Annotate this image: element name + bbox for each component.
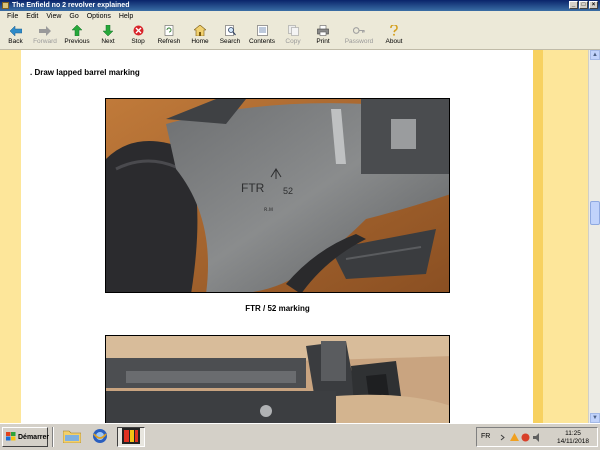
- contents-icon: [256, 25, 268, 36]
- language-indicator[interactable]: FR: [481, 433, 490, 440]
- vertical-scrollbar[interactable]: ▲ ▼: [588, 50, 600, 423]
- forward-button[interactable]: Forward: [29, 22, 61, 50]
- refresh-button[interactable]: Refresh: [153, 22, 185, 50]
- search-button[interactable]: Search: [215, 22, 245, 50]
- back-button[interactable]: Back: [2, 22, 29, 50]
- revolver-marking-photo: FTR 52 ʀ.ᴍ: [105, 98, 450, 293]
- revolver-barrel-photo: [105, 335, 450, 423]
- taskbar-window-button[interactable]: [117, 427, 145, 447]
- file-explorer-quicklaunch[interactable]: [62, 427, 82, 447]
- forward-arrow-icon: [39, 25, 51, 36]
- right-side-panel: [533, 50, 588, 423]
- tray-network-icon[interactable]: [510, 433, 519, 442]
- start-label: Démarrer: [18, 433, 50, 441]
- photo-caption: FTR / 52 marking: [245, 304, 310, 313]
- menu-file[interactable]: File: [3, 11, 22, 22]
- copy-button[interactable]: Copy: [279, 22, 307, 50]
- windows-logo-icon: [6, 431, 16, 443]
- menu-view[interactable]: View: [42, 11, 65, 22]
- contents-button[interactable]: Contents: [245, 22, 279, 50]
- menu-go[interactable]: Go: [65, 11, 82, 22]
- password-button[interactable]: Password: [339, 22, 379, 50]
- about-icon: [388, 25, 400, 36]
- small-stamp: ʀ.ᴍ: [264, 207, 273, 213]
- back-arrow-icon: [9, 25, 22, 36]
- previous-button[interactable]: Previous: [61, 22, 93, 50]
- taskbar: Démarrer FR 11:25 14/11/2018: [0, 423, 600, 450]
- menu-help[interactable]: Help: [115, 11, 137, 22]
- tray-security-icon[interactable]: [521, 433, 530, 442]
- refresh-icon: [163, 25, 175, 36]
- browser-globe-icon: [92, 428, 108, 446]
- system-tray: FR 11:25 14/11/2018: [476, 427, 598, 447]
- document-app-icon: [122, 428, 140, 446]
- copy-icon: [287, 25, 299, 36]
- scroll-down-arrow[interactable]: ▼: [590, 413, 600, 423]
- scroll-up-arrow[interactable]: ▲: [590, 50, 600, 60]
- toolbar: Back Forward Previous Next Stop Refresh: [0, 22, 600, 50]
- print-icon: [317, 25, 329, 36]
- scroll-thumb[interactable]: [590, 201, 600, 225]
- home-icon: [194, 25, 206, 36]
- window-title-bar[interactable]: The Enfield no 2 revolver explained _ □ …: [0, 0, 600, 11]
- app-icon: [2, 2, 9, 9]
- folder-icon: [62, 429, 82, 445]
- about-button[interactable]: About: [379, 22, 409, 50]
- start-button[interactable]: Démarrer: [2, 427, 50, 447]
- accent-stripe: [533, 50, 543, 423]
- clock[interactable]: 11:25 14/11/2018: [549, 430, 597, 446]
- document-viewport[interactable]: . Draw lapped barrel marking FTR 52 ʀ.ᴍ …: [0, 50, 600, 423]
- menu-edit[interactable]: Edit: [22, 11, 42, 22]
- clock-date: 14/11/2018: [556, 438, 590, 445]
- menu-bar: File Edit View Go Options Help: [0, 11, 600, 22]
- stop-icon: [132, 25, 144, 36]
- home-button[interactable]: Home: [185, 22, 215, 50]
- stamp-letters: FTR: [241, 181, 265, 195]
- close-button[interactable]: ×: [589, 1, 598, 9]
- clock-time: 11:25: [565, 430, 581, 437]
- next-button[interactable]: Next: [93, 22, 123, 50]
- up-arrow-icon: [71, 25, 83, 36]
- maximize-button[interactable]: □: [579, 1, 588, 9]
- menu-options[interactable]: Options: [83, 11, 115, 22]
- search-icon: [224, 25, 236, 36]
- section-heading: . Draw lapped barrel marking: [30, 68, 140, 77]
- key-icon: [353, 25, 365, 36]
- tray-arrow-icon[interactable]: [499, 433, 508, 442]
- tray-volume-icon[interactable]: [533, 433, 542, 442]
- taskbar-separator: [52, 427, 54, 447]
- minimize-button[interactable]: _: [569, 1, 578, 9]
- browser-quicklaunch[interactable]: [90, 427, 110, 447]
- left-side-panel: [0, 50, 21, 423]
- stamp-number: 52: [283, 186, 293, 196]
- window-title: The Enfield no 2 revolver explained: [12, 2, 130, 9]
- down-arrow-icon: [102, 25, 114, 36]
- stop-button[interactable]: Stop: [123, 22, 153, 50]
- print-button[interactable]: Print: [307, 22, 339, 50]
